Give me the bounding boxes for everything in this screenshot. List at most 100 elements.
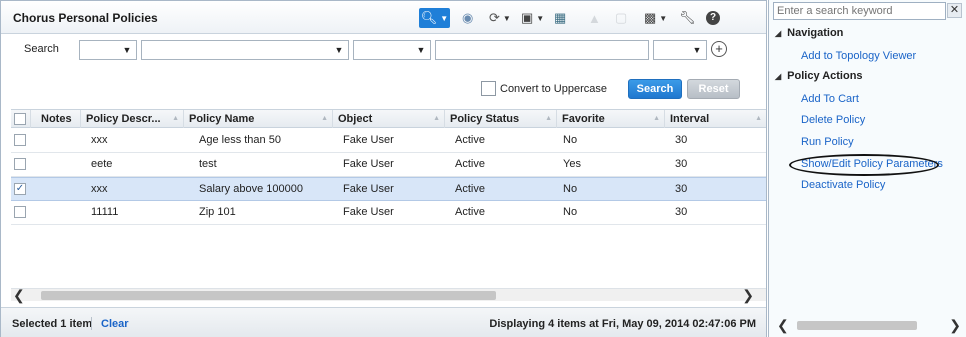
cell-status: Active	[455, 158, 485, 170]
help-icon: ?	[706, 11, 720, 25]
scroll-right-icon[interactable]: ❯	[949, 317, 961, 334]
navigation-section-header[interactable]: ◢ Navigation	[775, 27, 843, 39]
scrollbar-thumb[interactable]	[41, 291, 496, 300]
sidebar-link-delete-policy[interactable]: Delete Policy	[801, 114, 865, 126]
cell-name: test	[199, 158, 217, 170]
row-checkbox[interactable]	[14, 134, 26, 146]
table-row[interactable]: 11111 Zip 101 Fake User Active No 30	[11, 201, 766, 225]
sidebar-link-run-policy[interactable]: Run Policy	[801, 136, 854, 148]
scrollbar-thumb[interactable]	[797, 321, 917, 330]
panel-title: Chorus Personal Policies	[13, 11, 158, 25]
cell-object: Fake User	[343, 134, 394, 146]
sort-icon: ▲	[321, 115, 328, 122]
table-row[interactable]: ✓ xxx Salary above 100000 Fake User Active No…	[11, 177, 766, 201]
display-status: Displaying 4 items at Fri, May 09, 2014 …	[489, 318, 756, 330]
cell-favorite: No	[563, 134, 578, 146]
scroll-left-icon[interactable]: ❮	[13, 287, 25, 304]
policies-table: Notes Policy Descr... ▲ Policy Name ▲ Obje…	[11, 109, 766, 285]
export-button[interactable]: ▩ ▼	[644, 8, 667, 28]
cell-descr: xxx	[91, 134, 108, 146]
sidebar-link-add-to-cart[interactable]: Add To Cart	[801, 93, 859, 105]
sidebar-link-add-to-topology-viewer[interactable]: Add to Topology Viewer	[801, 50, 916, 62]
cell-status: Active	[455, 134, 485, 146]
field-select[interactable]: ▼	[79, 40, 137, 60]
table-header: Notes Policy Descr... ▲ Policy Name ▲ Obje…	[11, 110, 766, 128]
search-button[interactable]: Search	[628, 79, 682, 99]
cell-favorite: No	[563, 206, 578, 218]
document-icon: ▢	[615, 10, 628, 25]
reset-button[interactable]: Reset	[687, 79, 740, 99]
collapse-triangle-icon: ◢	[775, 72, 782, 81]
add-criteria-button[interactable]: +	[711, 41, 727, 57]
search-toolbar-button[interactable]: 🔍︎ ▼	[419, 8, 450, 28]
column-header-policy-status[interactable]: Policy Status ▲	[445, 110, 557, 128]
cell-descr: eete	[91, 158, 113, 170]
column-header-policy-descr[interactable]: Policy Descr... ▲	[81, 110, 184, 128]
column-header-notes[interactable]: Notes	[31, 110, 81, 128]
horizontal-scrollbar[interactable]: ❮ ❯	[11, 287, 766, 304]
globe-icon: ◉	[462, 10, 474, 25]
plus-icon: +	[715, 41, 723, 56]
find-button[interactable]: ▦	[554, 8, 566, 28]
column-header-interval[interactable]: Interval ▲	[665, 110, 766, 128]
convert-uppercase-label: Convert to Uppercase	[500, 83, 607, 95]
collapse-triangle-icon: ◢	[775, 29, 782, 38]
chevron-down-icon: ▼	[502, 13, 511, 23]
help-button[interactable]: ?	[706, 8, 720, 28]
divider	[91, 317, 92, 330]
search-label: Search	[24, 43, 59, 55]
sidebar-link-deactivate-policy[interactable]: Deactivate Policy	[801, 179, 885, 191]
clear-selection-link[interactable]: Clear	[101, 318, 129, 330]
cell-object: Fake User	[343, 206, 394, 218]
highlight-ellipse	[789, 154, 939, 176]
sort-icon: ▲	[545, 115, 552, 122]
select-all-checkbox[interactable]	[14, 113, 26, 125]
cell-interval: 30	[675, 183, 688, 195]
chevron-down-icon: ▼	[416, 45, 426, 55]
settings-button[interactable]: 🔧︎	[679, 8, 696, 28]
cell-name: Age less than 50	[199, 134, 281, 146]
disabled-toolbar-button-2[interactable]: ▢	[615, 8, 627, 28]
save-icon: ▣	[521, 10, 534, 25]
cell-interval: 30	[675, 134, 688, 146]
actions-sidebar: ✕ ◢Navigation Add to Topology Viewer ◢Po…	[768, 0, 966, 337]
scroll-left-icon[interactable]: ❮	[777, 317, 789, 334]
clear-search-button[interactable]: ✕	[947, 3, 962, 18]
row-checkbox[interactable]	[14, 206, 26, 218]
search-icon: 🔍︎	[420, 10, 438, 25]
sort-icon: ▲	[653, 115, 660, 122]
table-row[interactable]: xxx Age less than 50 Fake User Active No 30	[11, 129, 766, 153]
cell-object: Fake User	[343, 158, 394, 170]
column-header-favorite[interactable]: Favorite ▲	[557, 110, 665, 128]
connector-select[interactable]: ▼	[653, 40, 707, 60]
chevron-down-icon: ▼	[122, 45, 132, 55]
operator-select[interactable]: ▼	[141, 40, 349, 60]
disabled-toolbar-button[interactable]: ▲	[588, 8, 601, 28]
chevron-down-icon: ▼	[692, 45, 702, 55]
chevron-down-icon: ▼	[536, 13, 545, 23]
table-footer: Selected 1 item Clear Displaying 4 items…	[1, 307, 766, 337]
table-row[interactable]: eete test Fake User Active Yes 30	[11, 153, 766, 177]
sort-icon: ▲	[172, 115, 179, 122]
refresh-button[interactable]: ⟳ ▼	[489, 8, 511, 28]
scroll-right-icon[interactable]: ❯	[742, 287, 754, 304]
sidebar-horizontal-scrollbar[interactable]: ❮ ❯	[775, 317, 963, 334]
convert-uppercase-checkbox[interactable]	[481, 81, 496, 96]
search-value-input[interactable]	[435, 40, 649, 60]
row-checkbox[interactable]	[14, 158, 26, 170]
column-header-policy-name[interactable]: Policy Name ▲	[184, 110, 333, 128]
column-header-object[interactable]: Object ▲	[333, 110, 445, 128]
globe-button[interactable]: ◉	[462, 8, 473, 28]
sidebar-search-input[interactable]	[773, 2, 946, 20]
cell-object: Fake User	[343, 183, 394, 195]
chevron-down-icon: ▼	[334, 45, 344, 55]
policy-actions-section-header[interactable]: ◢ Policy Actions	[775, 70, 863, 82]
cell-interval: 30	[675, 206, 688, 218]
selected-count: Selected 1 item	[12, 318, 93, 330]
condition-select[interactable]: ▼	[353, 40, 431, 60]
find-icon: ▦	[554, 10, 567, 25]
chevron-down-icon: ▼	[440, 13, 449, 23]
policies-panel: Chorus Personal Policies 🔍︎ ▼ ◉ ⟳ ▼ ▣ ▼ ▦ ▲…	[0, 0, 767, 337]
row-checkbox[interactable]: ✓	[14, 183, 26, 195]
save-button[interactable]: ▣ ▼	[521, 8, 544, 28]
